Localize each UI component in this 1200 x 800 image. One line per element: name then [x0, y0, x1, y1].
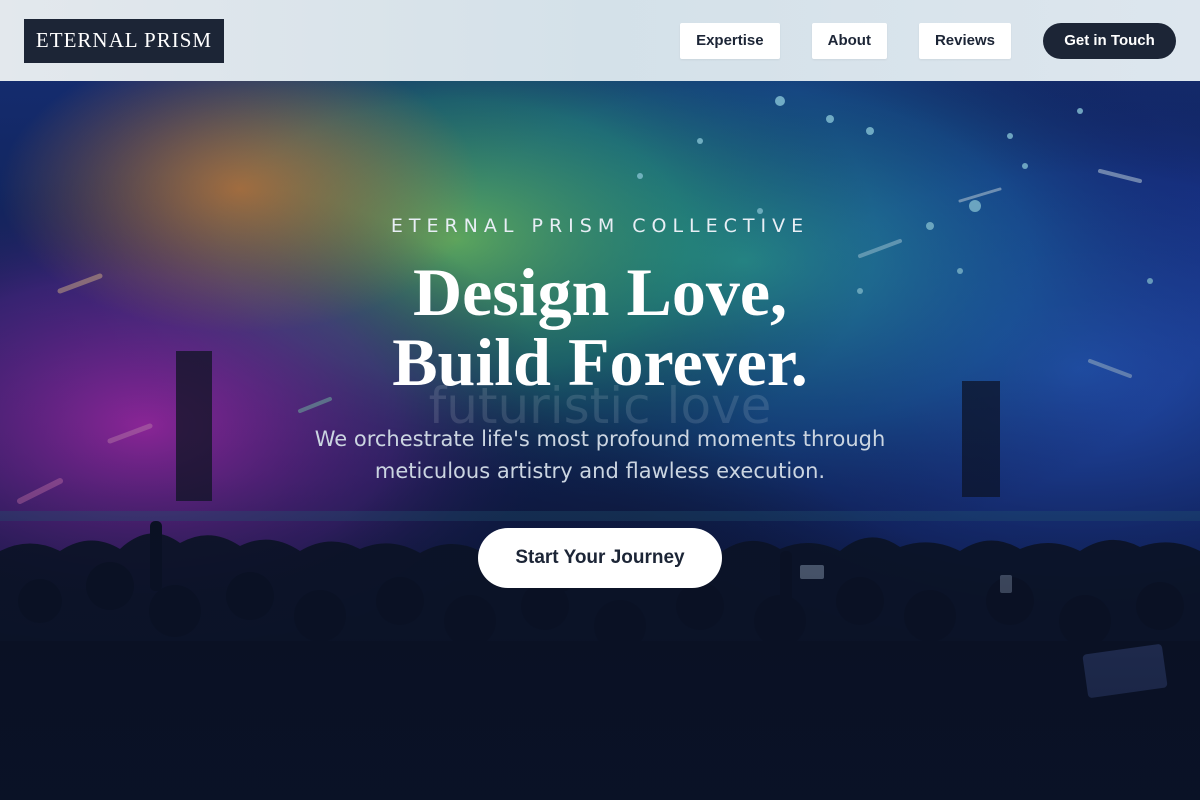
nav-item-reviews[interactable]: Reviews [918, 22, 1011, 59]
main-nav: Expertise About Reviews Get in Touch [648, 22, 1176, 59]
hero-subtitle: We orchestrate life's most profound mome… [314, 427, 886, 483]
start-journey-button[interactable]: Start Your Journey [478, 528, 722, 588]
site-header: ETERNAL PRISM Expertise About Reviews Ge… [0, 0, 1200, 81]
hero-content: ETERNAL PRISM COLLECTIVE Design Love, Bu… [0, 81, 1200, 800]
hero-eyebrow: ETERNAL PRISM COLLECTIVE [390, 215, 810, 237]
nav-item-expertise[interactable]: Expertise [680, 22, 780, 59]
get-in-touch-button[interactable]: Get in Touch [1043, 22, 1176, 59]
hero-title: Design Love, Build Forever. [0, 257, 1200, 397]
nav-item-about[interactable]: About [811, 22, 887, 59]
hero-title-line-1: Design Love, [413, 254, 787, 330]
logo[interactable]: ETERNAL PRISM [24, 18, 224, 63]
hero-section: ETERNAL PRISM COLLECTIVE Design Love, Bu… [0, 81, 1200, 800]
